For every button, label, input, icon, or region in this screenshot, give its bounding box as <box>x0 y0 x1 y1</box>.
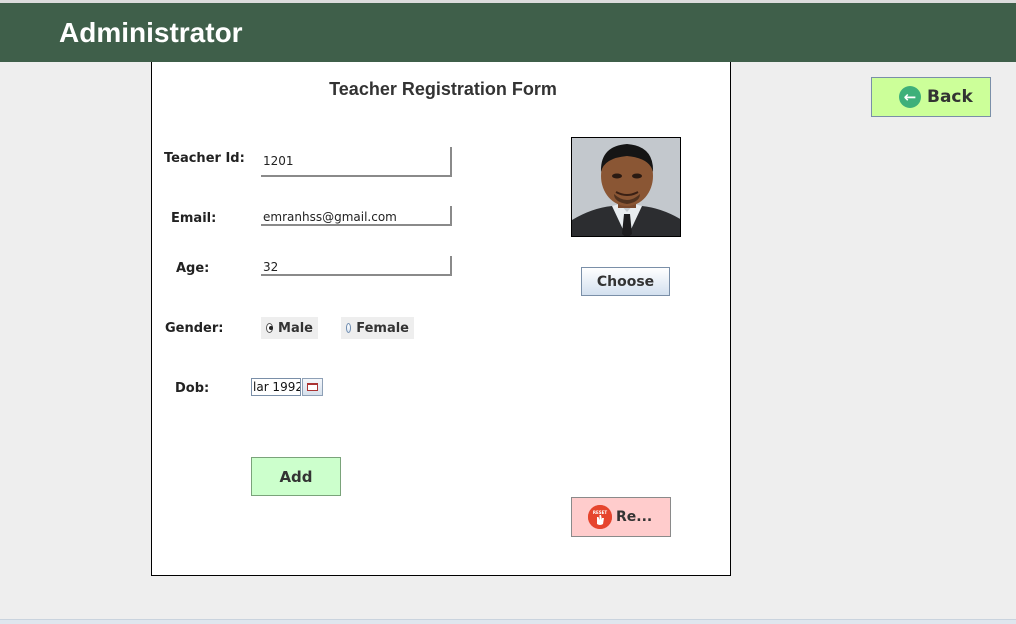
email-input[interactable] <box>261 208 450 226</box>
add-button[interactable]: Add <box>251 457 341 496</box>
app-header: Administrator <box>0 3 1016 62</box>
date-picker-button[interactable] <box>302 378 323 396</box>
age-label: Age: <box>176 261 210 276</box>
email-field[interactable] <box>261 206 452 226</box>
teacher-id-input[interactable] <box>261 147 450 175</box>
window-bottom-border <box>0 619 1016 624</box>
back-label: Back <box>927 87 973 107</box>
age-input[interactable] <box>261 258 450 276</box>
calendar-icon <box>307 383 318 391</box>
gender-female-label: Female <box>356 320 409 336</box>
reset-icon: RESET <box>588 505 612 529</box>
back-arrow-icon: ← <box>899 86 921 108</box>
gender-female-radio[interactable]: Female <box>341 317 414 339</box>
header-title: Administrator <box>59 17 243 48</box>
gender-label: Gender: <box>165 321 224 336</box>
teacher-id-field[interactable] <box>261 147 452 177</box>
teacher-id-label: Teacher Id: <box>164 151 245 166</box>
teacher-photo <box>571 137 681 237</box>
gender-male-label: Male <box>278 320 313 336</box>
reset-hand-icon: RESET <box>588 505 612 529</box>
svg-text:RESET: RESET <box>593 510 607 515</box>
form-title: Teacher Registration Form <box>329 79 557 99</box>
dob-input[interactable]: lar 1992 <box>251 378 301 396</box>
dob-label: Dob: <box>175 381 210 396</box>
choose-photo-button[interactable]: Choose <box>581 267 670 296</box>
radio-unselected-icon <box>346 323 352 333</box>
email-label: Email: <box>171 211 217 226</box>
reset-label: Re... <box>616 509 653 525</box>
age-field[interactable] <box>261 256 452 276</box>
reset-button[interactable]: RESET Re... <box>571 497 671 537</box>
radio-selected-icon <box>266 323 274 333</box>
gender-male-radio[interactable]: Male <box>261 317 318 339</box>
registration-panel: Teacher Registration Form Teacher Id: Em… <box>151 62 731 576</box>
back-button[interactable]: ← Back <box>871 77 991 117</box>
teacher-photo-image <box>572 138 680 236</box>
